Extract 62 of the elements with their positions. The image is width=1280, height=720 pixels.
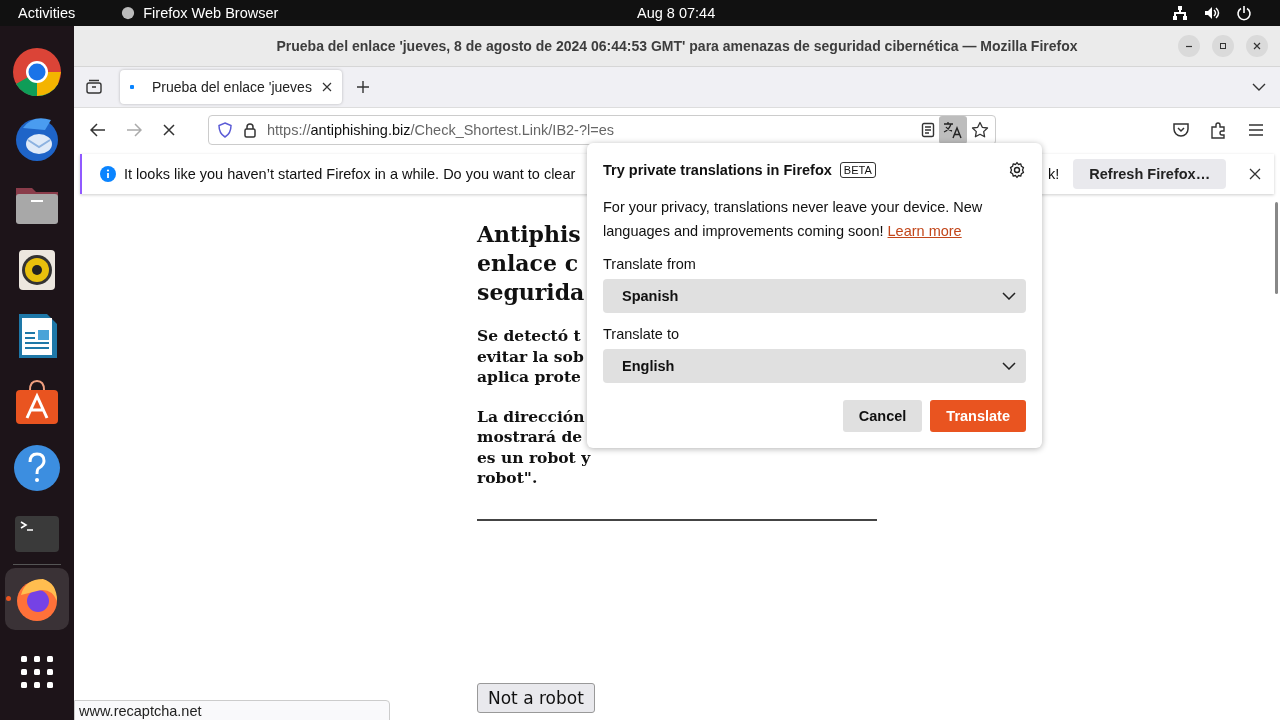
volume-icon[interactable] <box>1204 6 1220 20</box>
close-icon[interactable] <box>322 82 332 92</box>
translate-button[interactable]: Translate <box>930 400 1026 432</box>
beta-badge: BETA <box>839 162 876 178</box>
running-app-button[interactable] <box>5 568 69 630</box>
body-text: mostrará de <box>477 427 584 448</box>
notification-message: It looks like you haven’t started Firefox in a while. Do you want to clear <box>124 166 577 182</box>
network-icon[interactable] <box>1172 6 1188 20</box>
lock-icon[interactable] <box>243 122 257 138</box>
translate-button[interactable] <box>939 116 967 144</box>
body-text: La dirección <box>477 406 586 427</box>
info-icon <box>100 166 116 182</box>
not-a-robot-button[interactable]: Not a robot <box>477 682 595 713</box>
heading-text: enlace c <box>477 249 580 278</box>
body-text: aplica prote <box>477 367 582 388</box>
refresh-button[interactable]: Refresh Firefox… <box>1073 159 1227 189</box>
power-icon[interactable] <box>1236 5 1252 21</box>
panel-title: Try private translations in Firefox <box>603 162 832 178</box>
maximize-button[interactable] <box>1212 35 1234 57</box>
tab-list-icon[interactable] <box>85 79 103 95</box>
heading-text: Antiphis <box>477 220 582 249</box>
close-button[interactable] <box>1246 35 1268 57</box>
menu-icon[interactable] <box>1248 123 1264 137</box>
chevron-down-icon[interactable] <box>1252 82 1266 92</box>
shield-icon[interactable] <box>217 122 233 138</box>
language-dropdown[interactable]: English <box>603 349 1026 383</box>
app-name[interactable]: Firefox Web Browser <box>143 5 279 21</box>
reader-view-icon[interactable] <box>921 122 935 138</box>
body-text: robot". <box>477 468 539 489</box>
shopping-bag-icon <box>13 378 61 426</box>
panel-description: For your privacy, translations never leave your device. New languages and improvements coming soon! Learn more <box>603 198 984 241</box>
help-icon <box>13 444 61 492</box>
status-url: www.recaptcha.net <box>74 700 390 720</box>
activities-button[interactable]: Activities <box>18 5 76 21</box>
notification-text: k! <box>1048 166 1060 182</box>
stop-icon[interactable] <box>162 123 176 137</box>
app-grid-icon[interactable] <box>21 656 53 688</box>
restore-icon <box>1218 41 1228 51</box>
close-icon <box>1252 41 1262 51</box>
browser-tab[interactable]: Prueba del enlace 'jueves <box>120 70 342 104</box>
heading-text: segurida <box>477 278 586 307</box>
body-text: Se detectó t <box>477 326 582 347</box>
window-title: Prueba del enlace 'jueves, 8 de agosto de 2024 06:44:53 GMT' para amenazas de seguridad cibernética — Mozilla Firefox <box>276 38 1078 54</box>
learn-more-link[interactable]: Learn more <box>887 223 962 239</box>
new-tab-icon[interactable] <box>356 80 370 94</box>
chevron-down-icon <box>1002 292 1016 300</box>
cancel-button[interactable]: Cancel <box>842 400 923 432</box>
body-text: evitar la sob <box>477 346 585 367</box>
field-label: Translate from <box>603 255 697 274</box>
language-dropdown[interactable]: Spanish <box>603 279 1026 313</box>
star-icon[interactable] <box>971 121 989 139</box>
scrollbar[interactable] <box>1275 202 1278 294</box>
settings-icon[interactable] <box>1008 161 1026 179</box>
puzzle-icon[interactable] <box>1210 121 1228 139</box>
chrome-icon <box>13 48 61 96</box>
pocket-icon[interactable] <box>1172 122 1190 138</box>
back-icon[interactable] <box>90 123 106 137</box>
url-text: https://antiphishing.biz/Check_Shortest.Link/IB2-?l=es <box>267 122 614 138</box>
close-icon[interactable] <box>1249 168 1262 180</box>
chevron-down-icon <box>1002 362 1016 370</box>
field-label: Translate to <box>603 325 681 344</box>
clock[interactable]: Aug 8 07:44 <box>637 5 716 21</box>
